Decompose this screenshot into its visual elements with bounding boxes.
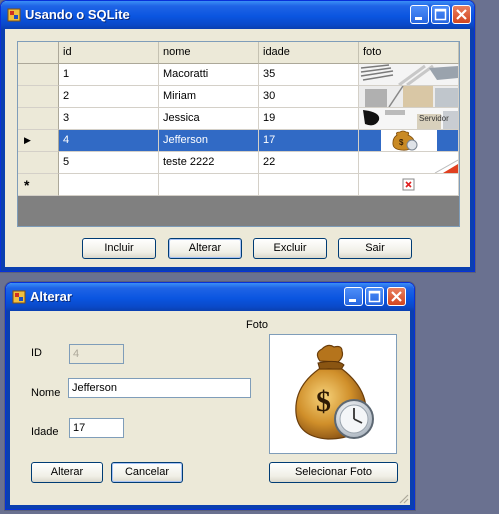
current-row-indicator-icon: ▶ (24, 135, 31, 145)
alterar-dialog: Alterar ID Nome Idade Foto (5, 282, 415, 510)
cell-nome[interactable]: Jessica (159, 108, 259, 130)
row-header[interactable]: ▶ (18, 130, 59, 152)
cell-idade[interactable]: 19 (259, 108, 359, 130)
table-row-new[interactable]: * (18, 174, 459, 196)
app-icon (12, 290, 26, 304)
cell-idade[interactable]: 35 (259, 64, 359, 86)
svg-text:$: $ (316, 385, 331, 418)
cell-idade-new[interactable] (259, 174, 359, 196)
nome-label: Nome (31, 387, 61, 399)
photo-thumbnail (359, 152, 458, 173)
cell-nome[interactable]: Miriam (159, 86, 259, 108)
broken-image-icon (402, 178, 415, 191)
table-row[interactable]: 5 teste 2222 22 (18, 152, 459, 174)
cell-id[interactable]: 5 (59, 152, 159, 174)
data-grid[interactable]: id nome idade foto 1 Macoratti 35 2 Miri… (17, 41, 460, 227)
selecionar-foto-button[interactable]: Selecionar Foto (269, 462, 398, 483)
dialog-frame-bottom (6, 505, 414, 509)
dialog-close-button[interactable] (387, 287, 406, 306)
svg-text:$: $ (399, 138, 404, 147)
cell-nome[interactable]: Macoratti (159, 64, 259, 86)
cell-idade[interactable]: 17 (259, 130, 359, 152)
cell-id[interactable]: 1 (59, 64, 159, 86)
id-label: ID (31, 347, 42, 359)
main-frame-left (1, 29, 5, 271)
money-bag-clock-icon: $ (295, 344, 374, 440)
cell-id[interactable]: 2 (59, 86, 159, 108)
id-field (69, 344, 124, 364)
cell-foto[interactable] (359, 64, 459, 86)
minimize-icon (415, 17, 422, 20)
main-frame-right (470, 29, 474, 271)
photo-thumbnail-caption: Servidor (419, 114, 449, 123)
minimize-icon (349, 299, 356, 302)
cell-foto[interactable] (359, 86, 459, 108)
main-frame-bottom (1, 267, 474, 271)
idade-label: Idade (31, 426, 59, 438)
column-header-nome[interactable]: nome (159, 42, 259, 64)
dialog-frame-right (410, 311, 414, 509)
main-window-title: Usando o SQLite (25, 7, 130, 22)
incluir-button[interactable]: Incluir (82, 238, 156, 259)
new-row-marker-icon: * (24, 177, 30, 193)
photo-thumbnail (359, 86, 458, 107)
dialog-title-bar[interactable]: Alterar (6, 283, 414, 311)
column-header-idade[interactable]: idade (259, 42, 359, 64)
column-header-id[interactable]: id (59, 42, 159, 64)
maximize-icon (368, 290, 381, 303)
alterar-button[interactable]: Alterar (168, 238, 242, 259)
dialog-title: Alterar (30, 289, 72, 304)
dialog-cancelar-button[interactable]: Cancelar (111, 462, 183, 483)
row-header[interactable] (18, 64, 59, 86)
cell-id[interactable]: 3 (59, 108, 159, 130)
cell-idade[interactable]: 30 (259, 86, 359, 108)
size-grip-icon[interactable] (397, 492, 409, 504)
app-icon (7, 8, 21, 22)
dialog-minimize-button[interactable] (344, 287, 363, 306)
cell-foto[interactable]: Servidor (359, 108, 459, 130)
dialog-frame-left (6, 311, 10, 509)
row-header-new[interactable]: * (18, 174, 59, 196)
close-button[interactable] (452, 5, 471, 24)
cell-foto[interactable] (359, 152, 459, 174)
foto-label: Foto (246, 319, 269, 331)
dialog-maximize-button[interactable] (365, 287, 384, 306)
table-row-selected[interactable]: ▶ 4 Jefferson 17 $ (18, 130, 459, 152)
excluir-button[interactable]: Excluir (253, 238, 327, 259)
table-row[interactable]: 1 Macoratti 35 (18, 64, 459, 86)
nome-field[interactable] (68, 378, 251, 398)
minimize-button[interactable] (410, 5, 429, 24)
cell-nome-new[interactable] (159, 174, 259, 196)
maximize-icon (434, 8, 447, 21)
cell-foto[interactable]: $ (359, 130, 459, 152)
table-row[interactable]: 3 Jessica 19 Servidor (18, 108, 459, 130)
close-icon (456, 9, 467, 20)
grid-header-row: id nome idade foto (18, 42, 459, 64)
row-header[interactable] (18, 152, 59, 174)
table-row[interactable]: 2 Miriam 30 (18, 86, 459, 108)
column-header-foto[interactable]: foto (359, 42, 459, 64)
cell-nome[interactable]: Jefferson (159, 130, 259, 152)
dialog-alterar-button[interactable]: Alterar (31, 462, 103, 483)
cell-nome[interactable]: teste 2222 (159, 152, 259, 174)
grid-corner-header[interactable] (18, 42, 59, 64)
photo-box: $ (269, 334, 397, 454)
idade-field[interactable] (69, 418, 124, 438)
cell-id[interactable]: 4 (59, 130, 159, 152)
photo-thumbnail (359, 64, 458, 85)
cell-foto-new[interactable] (359, 174, 459, 196)
row-header[interactable] (18, 86, 59, 108)
cell-id-new[interactable] (59, 174, 159, 196)
close-icon (391, 291, 402, 302)
sair-button[interactable]: Sair (338, 238, 412, 259)
row-header[interactable] (18, 108, 59, 130)
money-bag-thumbnail: $ (381, 130, 437, 151)
maximize-button[interactable] (431, 5, 450, 24)
cell-idade[interactable]: 22 (259, 152, 359, 174)
main-window: Usando o SQLite id nome idade foto 1 Mac… (0, 0, 475, 272)
main-title-bar[interactable]: Usando o SQLite (1, 1, 474, 29)
